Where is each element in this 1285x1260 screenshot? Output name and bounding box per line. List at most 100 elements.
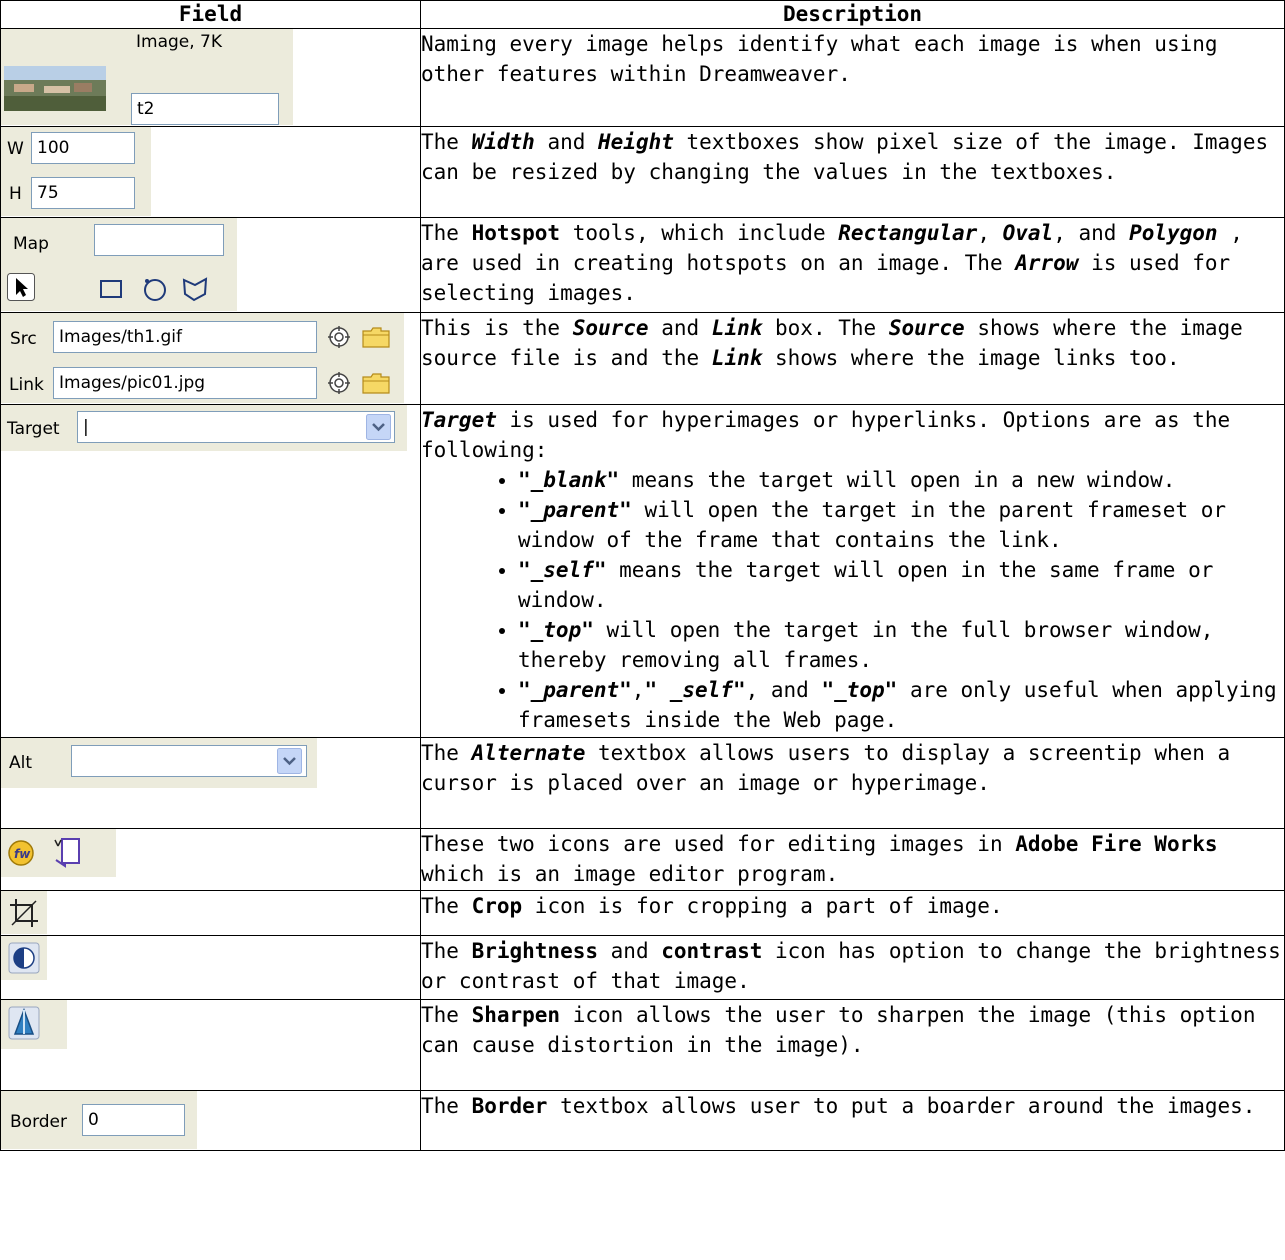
description-cell: The Hotspot tools, which include Rectang… [420,217,1285,313]
list-item: "_blank" means the target will open in a… [518,465,1284,495]
fireworks-edit-icon[interactable]: fw [7,839,35,867]
header-field: Field [0,0,421,29]
text: , [977,221,1003,245]
alt-select[interactable] [71,745,307,777]
browse-folder-icon[interactable] [361,325,391,349]
emphasis: contrast [661,939,763,963]
map-panel: Map [1,218,237,311]
text: These two icons are used for editing ima… [421,832,1016,856]
text: is used for hyperimages or hyperlinks. O… [421,408,1231,462]
emphasis: Polygon [1129,221,1218,245]
header-description: Description [420,0,1285,29]
text: and [534,130,599,154]
image-properties-panel: Image, 7K t2 [1,29,293,125]
text: , and [745,678,822,702]
table-row: Image, 7K t2 Naming every image helps id… [0,28,1285,127]
border-panel: Border 0 [1,1091,197,1149]
table-row: Map The Hotspot tools, which include Rec… [0,217,1285,313]
description-cell: Target is used for hyperimages or hyperl… [420,404,1285,738]
target-select[interactable]: | [77,411,395,443]
table-row: Alt The Alternate textbox allows users t… [0,737,1285,829]
sharpen-panel [1,1000,67,1049]
field-description-table: Field Description Image, 7K t2 Naming ev… [0,0,1285,1151]
emphasis: Oval [1002,221,1054,245]
field-cell: Target | [0,404,421,738]
image-name-input[interactable]: t2 [131,93,279,125]
list-item: "_parent"," _self", and "_top" are only … [518,675,1284,735]
description-cell: The Width and Height textboxes show pixe… [420,126,1285,218]
table-row: fw These two icons are used for editing … [0,828,1285,891]
emphasis: "_parent" [518,678,632,702]
target-panel: Target | [1,405,407,451]
brightness-contrast-icon[interactable] [8,942,40,974]
emphasis: Source [888,316,965,340]
width-input[interactable]: 100 [31,132,135,164]
alt-panel: Alt [1,738,317,788]
field-cell [0,935,421,1000]
browse-folder-icon[interactable] [361,371,391,395]
text: textbox allows user to put a boarder aro… [547,1094,1256,1118]
svg-text:fw: fw [14,847,31,861]
fireworks-panel: fw [1,829,116,877]
src-input[interactable]: Images/th1.gif [53,321,317,353]
point-to-file-icon[interactable] [327,325,351,349]
rectangle-hotspot-icon[interactable] [98,278,124,300]
source-link-panel: Src Images/th1.gif Link Images/pic01.jpg [1,313,404,403]
text: The [421,939,472,963]
optimize-image-icon[interactable] [53,836,85,870]
alt-label: Alt [9,753,33,773]
field-cell [0,890,421,936]
sharpen-icon[interactable] [8,1006,40,1040]
description-cell: The Sharpen icon allows the user to shar… [420,999,1285,1091]
arrow-tool-icon[interactable] [7,273,35,301]
chevron-down-icon[interactable] [277,748,302,774]
width-label: W [7,139,24,159]
target-label: Target [7,419,60,439]
text: box. The [762,316,889,340]
description-cell: Naming every image helps identify what e… [420,28,1285,127]
border-label: Border [10,1112,67,1132]
document: Field Description Image, 7K t2 Naming ev… [0,0,1285,1151]
table-row: The Sharpen icon allows the user to shar… [0,999,1285,1091]
emphasis: "_blank" [518,468,620,492]
table-row: The Crop icon is for cropping a part of … [0,890,1285,936]
oval-hotspot-icon[interactable] [141,276,169,302]
text: which is an image editor program. [421,862,839,886]
emphasis: Link [711,316,763,340]
map-input[interactable] [94,224,224,256]
text: means the target will open in the same f… [518,558,1214,612]
crop-icon[interactable] [8,897,40,929]
text: This is the [421,316,573,340]
border-input[interactable]: 0 [82,1104,185,1136]
dimensions-panel: W 100 H 75 [1,127,151,216]
list-item: "_self" means the target will open in th… [518,555,1284,615]
emphasis: Link [711,346,763,370]
text: The [421,1003,472,1027]
emphasis: Brightness [471,939,599,963]
height-input[interactable]: 75 [31,177,135,209]
emphasis: Height [598,130,674,154]
emphasis: Alternate [471,741,586,765]
table-row: Src Images/th1.gif Link Images/pic01.jpg [0,312,1285,405]
image-size-label: Image, 7K [136,32,223,52]
link-input[interactable]: Images/pic01.jpg [53,367,317,399]
polygon-hotspot-icon[interactable] [181,276,209,302]
emphasis: Target [421,408,497,432]
text: icon is for cropping a part of image. [522,894,1003,918]
emphasis: Arrow [1015,251,1079,275]
emphasis: "_top" [518,618,594,642]
src-label: Src [10,329,37,349]
table-row: Target | Target is used for hyperimages … [0,404,1285,738]
description-cell: These two icons are used for editing ima… [420,828,1285,891]
link-label: Link [9,375,44,395]
chevron-down-icon[interactable] [366,414,391,440]
description-cell: The Crop icon is for cropping a part of … [420,890,1285,936]
description-cell: The Alternate textbox allows users to di… [420,737,1285,829]
text: The [421,1094,472,1118]
point-to-file-icon[interactable] [327,371,351,395]
field-cell: fw [0,828,421,891]
description-cell: The Brightness and contrast icon has opt… [420,935,1285,1000]
field-cell: Alt [0,737,421,829]
text: , and [1053,221,1130,245]
table-row: W 100 H 75 The Width and Height textboxe… [0,126,1285,218]
